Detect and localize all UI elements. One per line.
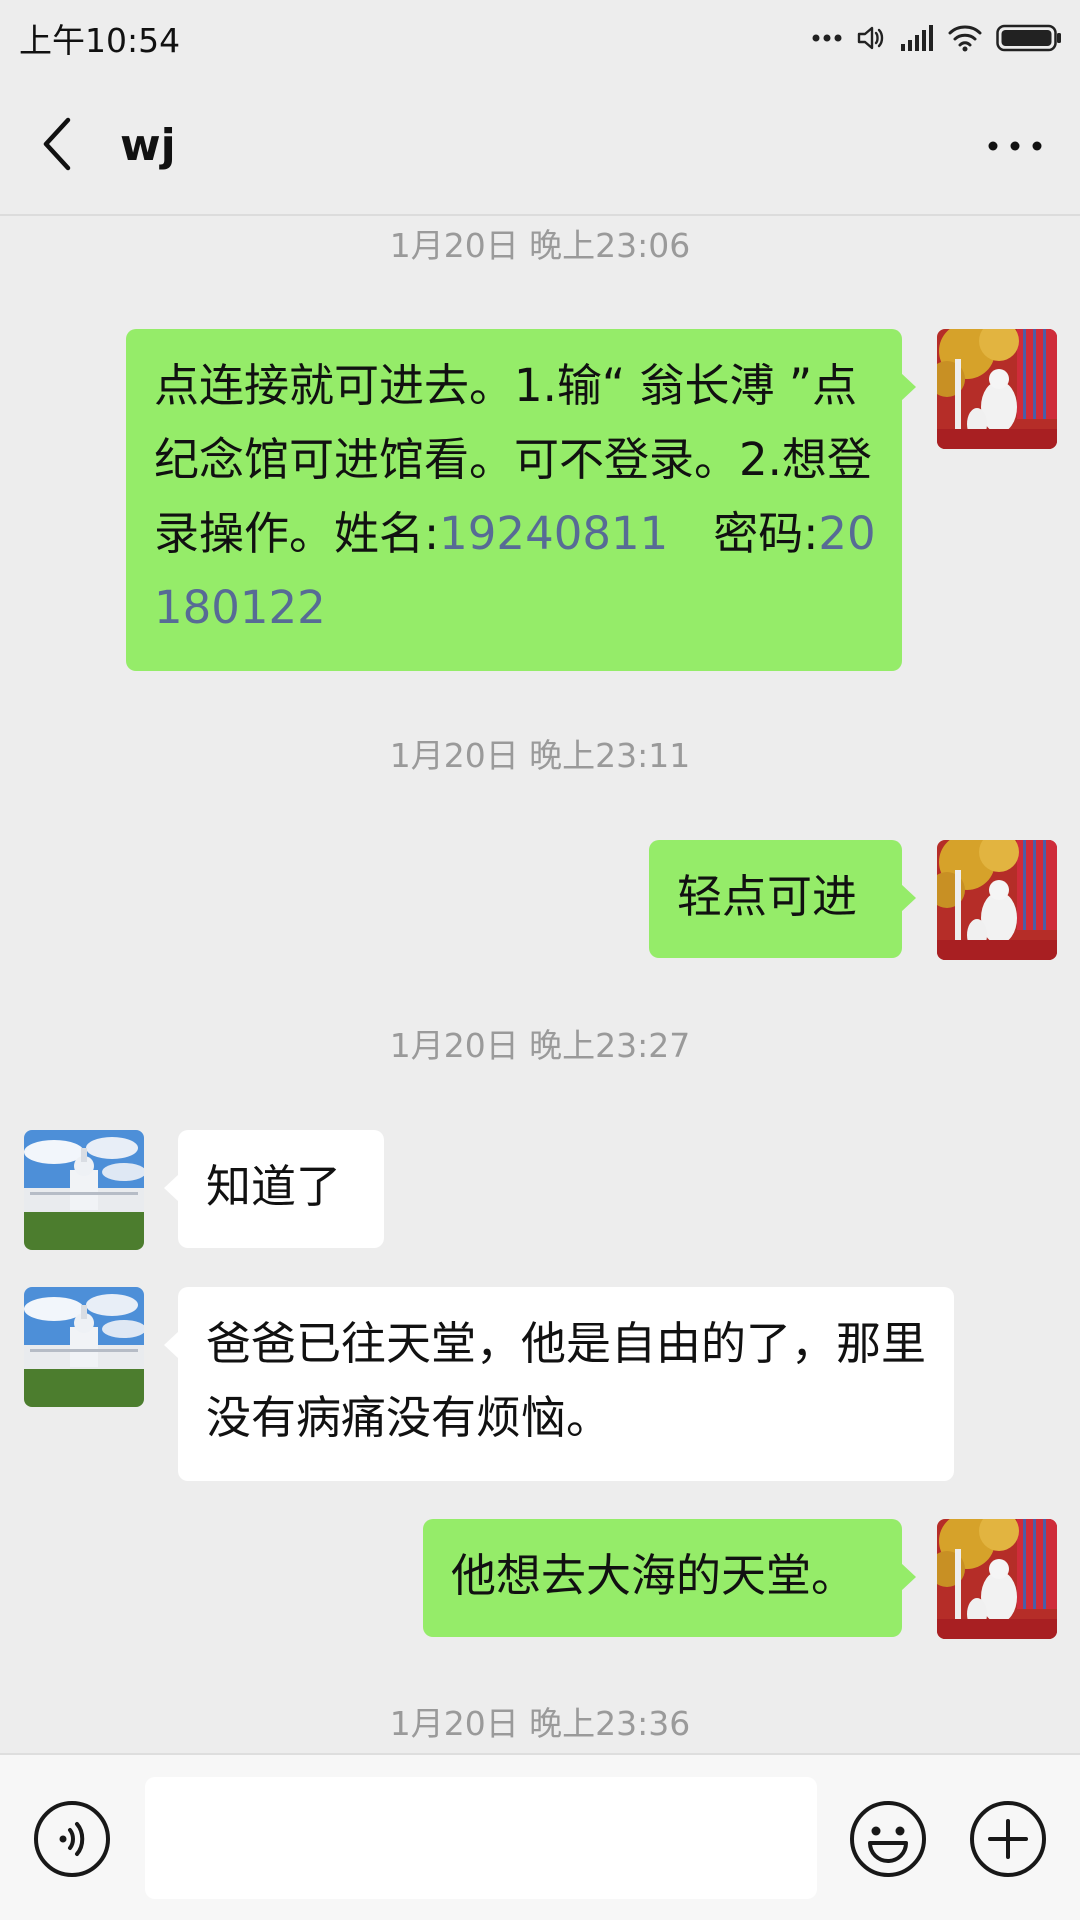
- message-text: 他想去大海的天堂。: [451, 1549, 857, 1602]
- plus-button[interactable]: [968, 1799, 1048, 1879]
- status-bar: 上午10:54: [0, 0, 1080, 76]
- outgoing-message-bubble[interactable]: 点连接就可进去。1.输“ 翁长溥 ”点纪念馆可进馆看。可不登录。2.想登录操作。…: [126, 329, 916, 671]
- voice-icon: [32, 1801, 112, 1883]
- my-avatar[interactable]: [937, 1519, 1057, 1639]
- status-time: 上午10:54: [19, 21, 181, 60]
- battery-icon: [996, 23, 1062, 53]
- wifi-icon: [948, 24, 982, 52]
- my-avatar[interactable]: [937, 329, 1057, 449]
- voice-button[interactable]: [32, 1799, 112, 1879]
- volume-icon: [856, 23, 886, 53]
- status-icons: [812, 18, 1062, 58]
- emoji-icon: [848, 1801, 928, 1883]
- message-text: 知道了: [206, 1160, 342, 1213]
- outgoing-message-bubble[interactable]: 轻点可进: [649, 840, 916, 958]
- back-button[interactable]: [30, 111, 86, 181]
- incoming-message-bubble[interactable]: 爸爸已往天堂，他是自由的了，那里没有病痛没有烦恼。: [164, 1287, 954, 1481]
- message-text: 密码:: [668, 507, 819, 560]
- my-avatar[interactable]: [937, 840, 1057, 960]
- message-input[interactable]: [145, 1777, 817, 1899]
- incoming-message-bubble[interactable]: 知道了: [164, 1130, 384, 1248]
- contact-avatar[interactable]: [24, 1287, 144, 1407]
- chat-header: wj: [0, 76, 1080, 216]
- input-bar: [0, 1753, 1080, 1920]
- message-text: 轻点可进: [677, 870, 858, 923]
- message-timestamp: 1月20日 晚上23:36: [389, 1704, 691, 1743]
- message-timestamp: 1月20日 晚上23:06: [389, 226, 691, 265]
- more-button[interactable]: [980, 116, 1050, 176]
- more-dots-icon: [812, 33, 842, 43]
- plus-icon: [968, 1801, 1048, 1883]
- message-text: 爸爸已往天堂，他是自由的了，那里没有病痛没有烦恼。: [206, 1317, 927, 1444]
- phone-number-link[interactable]: 19240811: [439, 507, 668, 560]
- message-list[interactable]: 1月20日 晚上23:06 点连接就可进去。1.输“ 翁长溥 ”点纪念馆可进馆看…: [0, 216, 1080, 1753]
- more-horizontal-icon: [987, 137, 1043, 156]
- contact-avatar[interactable]: [24, 1130, 144, 1250]
- signal-icon: [900, 24, 934, 52]
- emoji-button[interactable]: [848, 1799, 928, 1879]
- message-timestamp: 1月20日 晚上23:27: [389, 1026, 691, 1065]
- chat-title: wj: [120, 120, 176, 171]
- message-timestamp: 1月20日 晚上23:11: [389, 736, 691, 775]
- chat-screen: 上午10:54 wj 1月20日 晚上23:06 点连接就可进去。1.输“ 翁长…: [0, 0, 1080, 1920]
- outgoing-message-bubble[interactable]: 他想去大海的天堂。: [423, 1519, 916, 1637]
- chevron-left-icon: [40, 116, 76, 176]
